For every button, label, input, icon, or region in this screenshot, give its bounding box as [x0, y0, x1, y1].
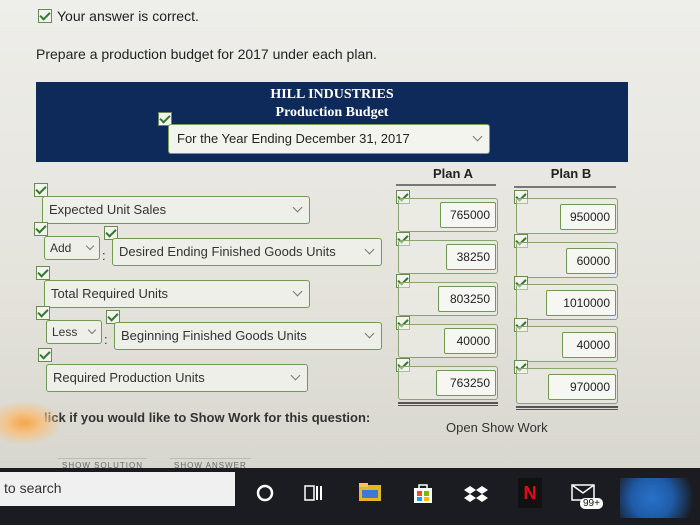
row1-plan-b-input[interactable]: 950000 — [560, 204, 616, 230]
chevron-down-icon — [472, 131, 483, 142]
row2-label: Desired Ending Finished Goods Units — [119, 244, 336, 259]
statement-name: Production Budget — [275, 105, 389, 120]
period-select-value: For the Year Ending December 31, 2017 — [177, 131, 410, 146]
checkmark-icon — [38, 9, 52, 23]
light-glare — [0, 402, 60, 444]
company-title: HILL INDUSTRIES Production Budget — [36, 86, 628, 122]
open-show-work-link[interactable]: Open Show Work — [446, 420, 548, 435]
row4-operator-checkmark-icon — [36, 306, 50, 320]
store-icon[interactable] — [412, 482, 434, 504]
period-select[interactable]: For the Year Ending December 31, 2017 — [168, 124, 490, 154]
row4-operator: Less — [52, 325, 78, 339]
row2-operator: Add — [50, 241, 72, 255]
row5-plan-a-input[interactable]: 763250 — [436, 370, 496, 396]
row3-plan-b-input[interactable]: 1010000 — [546, 290, 616, 316]
chevron-down-icon — [290, 370, 301, 381]
edge-browser-icon[interactable] — [620, 478, 700, 518]
row4-colon: : — [104, 332, 108, 347]
row3-checkmark-icon — [36, 266, 50, 280]
row5-checkmark-icon — [38, 348, 52, 362]
row1-plan-a-input[interactable]: 765000 — [440, 202, 496, 228]
search-box-text: to search — [4, 480, 62, 496]
correct-status-text: Your answer is correct. — [57, 8, 199, 24]
row3-label-select[interactable]: Total Required Units — [44, 280, 310, 308]
row2-operator-select[interactable]: Add — [44, 236, 100, 260]
page: Your answer is correct. Prepare a produc… — [0, 0, 700, 470]
plan-a-underline — [396, 184, 496, 186]
column-plan-b: Plan B — [550, 166, 592, 181]
row5-label: Required Production Units — [53, 370, 205, 385]
taskbar-search-box[interactable]: to search — [0, 472, 235, 506]
plan-a-double-underline — [398, 402, 498, 406]
row2-colon: : — [102, 248, 106, 263]
correct-status: Your answer is correct. — [38, 8, 199, 24]
row2-plan-a-input[interactable]: 38250 — [446, 244, 496, 270]
row2-label-select[interactable]: Desired Ending Finished Goods Units — [112, 238, 382, 266]
column-plan-a: Plan A — [433, 166, 473, 181]
row4-label: Beginning Finished Goods Units — [121, 328, 307, 343]
row5-plan-b-input[interactable]: 970000 — [548, 374, 616, 400]
instruction-text: Prepare a production budget for 2017 und… — [36, 46, 377, 62]
chevron-down-icon — [87, 325, 97, 335]
mail-badge: 99+ — [580, 498, 603, 509]
show-work-prompt: lick if you would like to Show Work for … — [44, 410, 371, 425]
chevron-down-icon — [364, 244, 375, 255]
chevron-down-icon — [85, 241, 95, 251]
row4-plan-a-input[interactable]: 40000 — [444, 328, 496, 354]
row4-label-select[interactable]: Beginning Finished Goods Units — [114, 322, 382, 350]
company-name: HILL INDUSTRIES — [270, 87, 394, 102]
row2-operator-checkmark-icon — [34, 222, 48, 236]
row4-operator-select[interactable]: Less — [46, 320, 102, 344]
row5-label-select[interactable]: Required Production Units — [46, 364, 308, 392]
row1-label-select[interactable]: Expected Unit Sales — [42, 196, 310, 224]
row4-plan-b-input[interactable]: 40000 — [562, 332, 616, 358]
row3-label: Total Required Units — [51, 286, 169, 301]
row2-plan-b-input[interactable]: 60000 — [566, 248, 616, 274]
mail-icon[interactable]: 99+ — [570, 482, 603, 509]
netflix-icon[interactable]: N — [518, 478, 542, 508]
chevron-down-icon — [292, 202, 303, 213]
task-view-icon[interactable] — [304, 484, 324, 502]
plan-b-underline — [514, 186, 616, 188]
row1-label: Expected Unit Sales — [49, 202, 167, 217]
row3-plan-a-input[interactable]: 803250 — [438, 286, 496, 312]
dropbox-icon[interactable] — [464, 484, 488, 504]
file-explorer-icon[interactable] — [358, 482, 382, 502]
cortana-circle-icon[interactable] — [256, 484, 274, 502]
chevron-down-icon — [364, 328, 375, 339]
chevron-down-icon — [292, 286, 303, 297]
plan-b-double-underline — [516, 406, 618, 410]
row1-checkmark-icon — [34, 183, 48, 197]
